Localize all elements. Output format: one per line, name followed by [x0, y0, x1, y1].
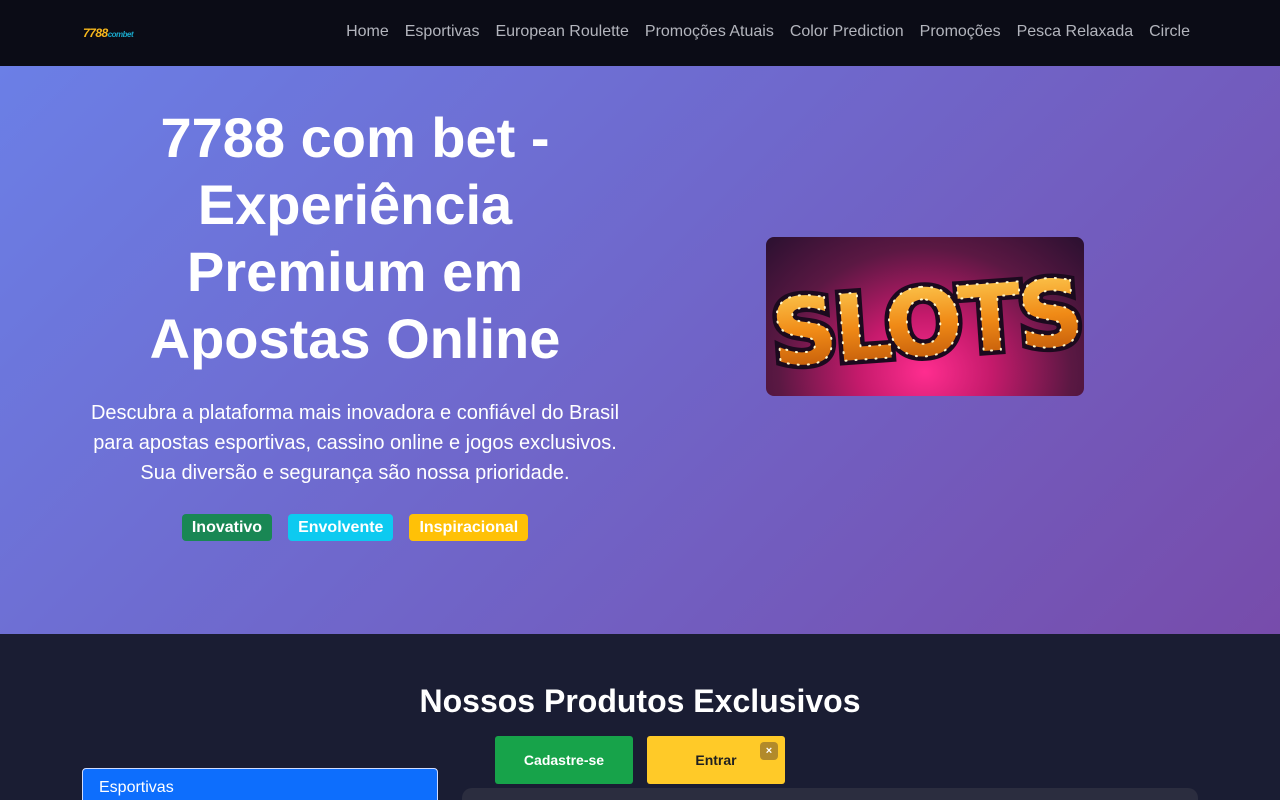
nav-link-promocoes-atuais[interactable]: Promoções Atuais — [645, 22, 774, 42]
nav-link-promocoes[interactable]: Promoções — [920, 22, 1001, 42]
hero-text-block: 7788 com bet - Experiência Premium em Ap… — [82, 104, 628, 541]
hero-description: Descubra a plataforma mais inovadora e c… — [90, 402, 620, 484]
product-content-panel — [462, 788, 1198, 800]
slots-banner-image: SLOTS SLOTS — [766, 237, 1084, 396]
badge-envolvente: Envolvente — [288, 514, 394, 541]
logo-sub-text: combet — [107, 30, 134, 39]
hero-title: 7788 com bet - Experiência Premium em Ap… — [149, 106, 561, 370]
top-navbar: 7788combet Home Esportivas European Roul… — [0, 0, 1280, 66]
nav-link-esportivas[interactable]: Esportivas — [405, 22, 480, 42]
register-button[interactable]: Cadastre-se — [495, 736, 633, 784]
logo-main-text: 7788 — [83, 26, 108, 40]
badge-inovativo: Inovativo — [181, 514, 273, 541]
nav-link-home[interactable]: Home — [346, 22, 389, 42]
hero-badges: Inovativo Envolvente Inspiracional — [82, 514, 628, 541]
nav-links: Home Esportivas European Roulette Promoç… — [346, 22, 1190, 42]
slots-logo-graphic: SLOTS SLOTS — [766, 255, 1084, 392]
hero-section: 7788 com bet - Experiência Premium em Ap… — [0, 66, 1280, 634]
nav-link-color-prediction[interactable]: Color Prediction — [790, 22, 904, 42]
tab-esportivas[interactable]: Esportivas — [82, 768, 438, 800]
slots-logo-lights: SLOTS — [768, 259, 1084, 387]
site-logo[interactable]: 7788combet — [83, 26, 134, 40]
badge-inspiracional: Inspiracional — [409, 514, 529, 541]
nav-link-pesca-relaxada[interactable]: Pesca Relaxada — [1017, 22, 1134, 42]
nav-link-european-roulette[interactable]: European Roulette — [495, 22, 628, 42]
products-title: Nossos Produtos Exclusivos — [419, 683, 861, 719]
close-icon[interactable]: × — [760, 742, 778, 760]
nav-link-circle[interactable]: Circle — [1149, 22, 1190, 42]
